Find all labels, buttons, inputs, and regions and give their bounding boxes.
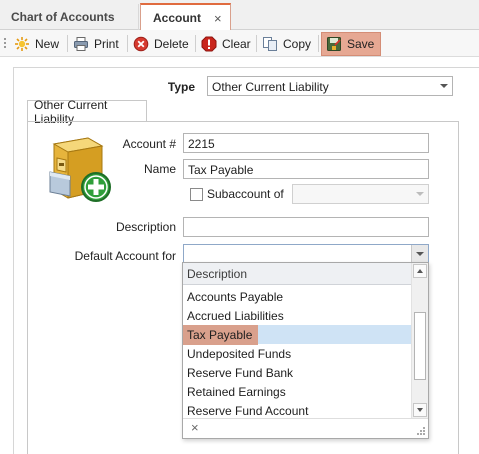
description-field[interactable]	[183, 217, 429, 237]
print-label: Print	[94, 37, 119, 51]
tab-label: Account	[153, 11, 201, 25]
default-account-label: Default Account for	[74, 249, 176, 263]
chevron-down-icon	[417, 408, 423, 412]
list-item[interactable]: Undeposited Funds	[183, 344, 411, 363]
default-account-dropdown: Description Accounts Payable Accrued Lia…	[182, 262, 429, 439]
delete-button[interactable]: Delete	[133, 33, 189, 55]
toolbar-grip-icon[interactable]	[4, 38, 7, 50]
copy-button[interactable]: Copy	[262, 33, 311, 55]
subaccount-select[interactable]	[292, 184, 429, 204]
chevron-up-icon	[417, 269, 423, 273]
scroll-down-button[interactable]	[413, 403, 427, 417]
name-label: Name	[143, 162, 176, 176]
tab-chart-of-accounts[interactable]: Chart of Accounts	[0, 4, 139, 30]
clear-button[interactable]: Clear	[201, 33, 251, 55]
selected-item-label: Tax Payable	[183, 325, 259, 345]
type-value: Other Current Liability	[212, 80, 329, 94]
close-icon[interactable]: ×	[191, 420, 199, 435]
default-account-select[interactable]	[183, 244, 429, 264]
list-item[interactable]: Retained Earnings	[183, 382, 411, 401]
subaccount-label: Subaccount of	[207, 187, 284, 201]
chevron-down-icon	[416, 192, 424, 196]
new-button[interactable]: New	[14, 33, 59, 55]
toolbar-divider	[256, 35, 257, 52]
list-item[interactable]: Reserve Fund Bank	[183, 363, 411, 382]
dropdown-footer: ×	[183, 418, 428, 438]
toolbar-divider	[67, 35, 68, 52]
toolbar-divider	[127, 35, 128, 52]
new-label: New	[35, 37, 60, 51]
name-value: Tax Payable	[188, 163, 254, 177]
print-button[interactable]: Print	[73, 33, 119, 55]
toolbar-divider	[195, 35, 196, 52]
chevron-down-icon	[440, 84, 448, 88]
resize-grip-icon[interactable]	[416, 426, 425, 435]
list-item[interactable]: Accrued Liabilities	[183, 306, 411, 325]
tab-label: Chart of Accounts	[11, 10, 115, 24]
list-item-selected[interactable]: Tax Payable	[183, 325, 411, 345]
toolbar: New Print Delete Clear Copy Save	[0, 30, 479, 57]
account-number-field[interactable]: 2215	[183, 133, 429, 153]
account-number-label: Account #	[122, 137, 176, 151]
sun-new-icon	[14, 36, 30, 52]
file-cabinet-add-icon	[44, 136, 114, 206]
delete-label: Delete	[154, 37, 189, 51]
scroll-up-button[interactable]	[413, 264, 427, 278]
chevron-down-icon	[416, 252, 424, 256]
tab-other-current-liability[interactable]: Other Current Liability	[27, 98, 147, 126]
document-tab-bar: Chart of Accounts Account ×	[0, 0, 479, 31]
type-select[interactable]: Other Current Liability	[207, 76, 453, 96]
toolbar-divider	[318, 35, 319, 52]
name-field[interactable]: Tax Payable	[183, 159, 429, 179]
clear-label: Clear	[222, 37, 251, 51]
copy-label: Copy	[283, 37, 312, 51]
column-header-description[interactable]: Description	[183, 263, 411, 285]
printer-icon	[73, 36, 89, 52]
close-tab-icon[interactable]: ×	[214, 11, 222, 26]
delete-icon	[133, 36, 149, 52]
save-button[interactable]: Save	[321, 32, 382, 56]
copy-icon	[262, 36, 278, 52]
subaccount-checkbox[interactable]	[190, 188, 203, 201]
description-label: Description	[115, 220, 176, 234]
scroll-thumb[interactable]	[414, 312, 426, 380]
save-label: Save	[347, 37, 375, 51]
dropdown-button[interactable]	[411, 245, 428, 263]
tab-account[interactable]: Account ×	[140, 3, 231, 31]
list-item[interactable]: Accounts Payable	[183, 287, 411, 306]
vertical-scrollbar[interactable]	[411, 263, 428, 419]
save-icon	[326, 36, 342, 52]
clear-icon	[201, 36, 217, 52]
type-label: Type	[167, 80, 195, 94]
account-number-value: 2215	[188, 137, 215, 151]
